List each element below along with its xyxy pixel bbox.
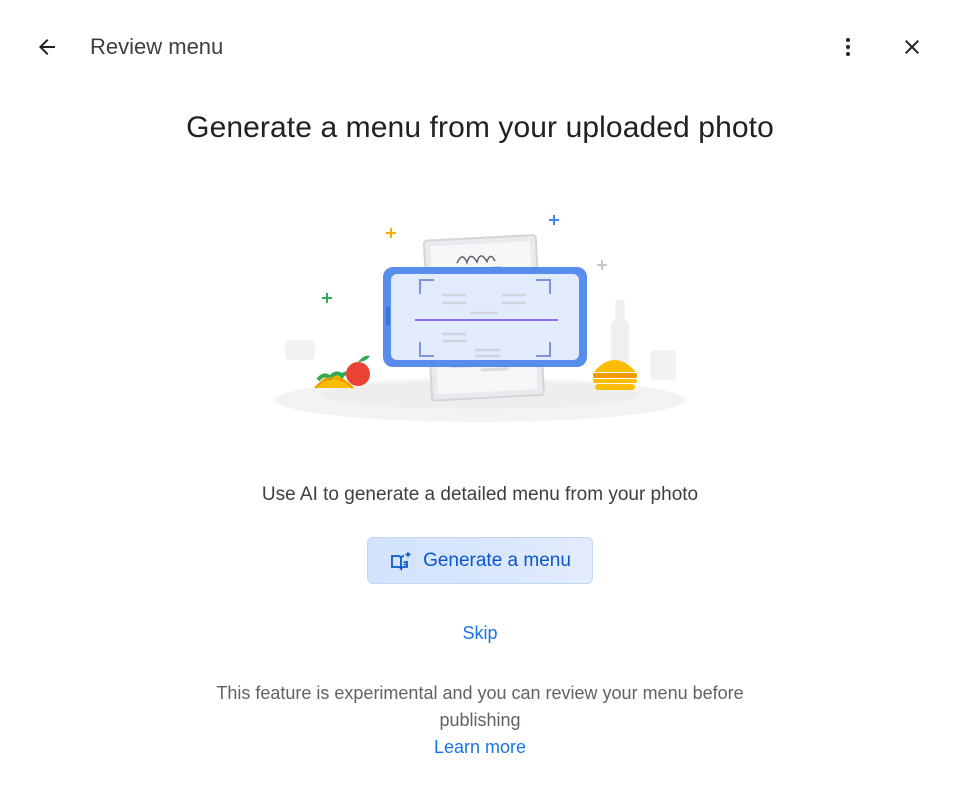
burger-graphic [593, 360, 637, 390]
learn-more-link[interactable]: Learn more [380, 734, 580, 761]
skip-link[interactable]: Skip [430, 620, 530, 646]
back-button[interactable] [27, 27, 67, 67]
description-text: Use AI to generate a detailed menu from … [261, 484, 699, 505]
more-options-button[interactable] [828, 27, 868, 67]
close-button[interactable] [892, 27, 932, 67]
dialog-title: Review menu [90, 34, 224, 59]
menu-photo-scan-illustration [270, 200, 690, 440]
generate-menu-label: Generate a menu [423, 549, 571, 571]
review-menu-dialog: Review menu Generate a menu from your up… [0, 0, 960, 793]
close-icon [905, 40, 919, 54]
sparkle-orange [386, 228, 396, 238]
page-title: Generate a menu from your uploaded photo [186, 111, 774, 144]
menu-book-sparkle-icon [391, 550, 412, 571]
generate-menu-button[interactable]: Generate a menu [367, 537, 593, 584]
arrow-back-icon [39, 39, 55, 55]
dialog-header: Review menu [0, 0, 960, 94]
experimental-note: This feature is experimental and you can… [216, 683, 744, 730]
more-vert-icon [846, 38, 850, 56]
